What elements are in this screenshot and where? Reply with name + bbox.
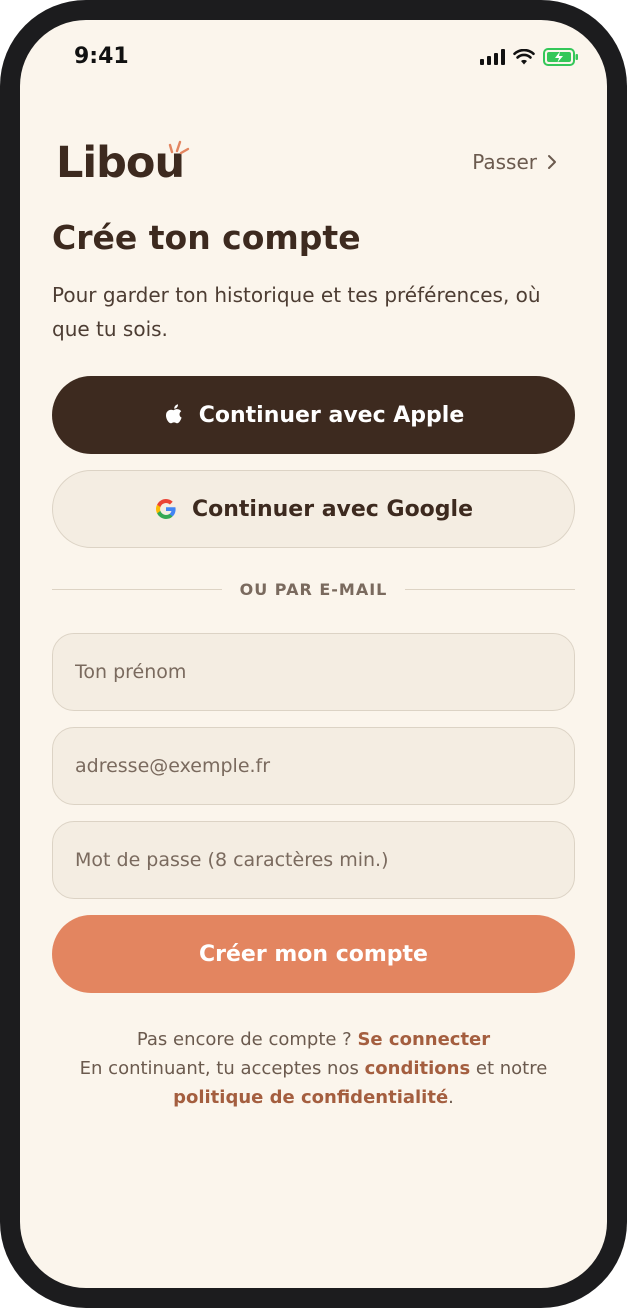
login-link[interactable]: Se connecter bbox=[357, 1029, 490, 1050]
privacy-link[interactable]: politique de confidentialité bbox=[173, 1087, 448, 1108]
create-account-button[interactable]: Créer mon compte bbox=[52, 915, 575, 993]
divider-label: OU PAR E-MAIL bbox=[239, 580, 388, 599]
terms-suffix: . bbox=[448, 1087, 454, 1108]
page-title: Crée ton compte bbox=[52, 218, 361, 257]
first-name-input[interactable] bbox=[52, 633, 575, 711]
google-button-label: Continuer avec Google bbox=[191, 496, 474, 522]
continue-with-google-button[interactable]: Continuer avec Google bbox=[52, 470, 575, 548]
logo-sparkle-icon bbox=[168, 140, 190, 155]
apple-icon bbox=[165, 404, 182, 424]
google-icon bbox=[155, 499, 176, 519]
battery-charging-icon bbox=[543, 48, 578, 66]
skip-label: Passer bbox=[472, 150, 537, 174]
status-icons bbox=[480, 48, 579, 66]
wifi-icon bbox=[513, 49, 535, 65]
footer-text: Pas encore de compte ? Se connecter En c… bbox=[20, 1025, 607, 1112]
terms-middle: et notre bbox=[475, 1058, 548, 1079]
chevron-right-icon bbox=[548, 155, 556, 169]
email-divider: OU PAR E-MAIL bbox=[52, 580, 575, 599]
divider-line-left bbox=[52, 589, 222, 590]
phone-frame: 9:41 Libou Passer Crée ton compte Pour g… bbox=[0, 0, 627, 1308]
app-screen: 9:41 Libou Passer Crée ton compte Pour g… bbox=[20, 20, 607, 1288]
privacy-line: politique de confidentialité. bbox=[20, 1083, 607, 1112]
continue-with-apple-button[interactable]: Continuer avec Apple bbox=[52, 376, 575, 454]
terms-prefix: En continuant, tu acceptes nos bbox=[79, 1058, 359, 1079]
password-input[interactable] bbox=[52, 821, 575, 899]
status-time: 9:41 bbox=[74, 44, 129, 69]
email-input[interactable] bbox=[52, 727, 575, 805]
terms-line: En continuant, tu acceptes nos condition… bbox=[20, 1054, 607, 1083]
login-prompt: Pas encore de compte ? Se connecter bbox=[20, 1025, 607, 1054]
page-subtitle: Pour garder ton historique et tes préfér… bbox=[52, 283, 541, 341]
app-logo: Libou bbox=[56, 138, 185, 188]
have-account-text: Pas encore de compte ? bbox=[136, 1029, 352, 1050]
terms-link[interactable]: conditions bbox=[365, 1058, 471, 1079]
divider-line-right bbox=[405, 589, 575, 590]
apple-button-label: Continuer avec Apple bbox=[198, 402, 465, 428]
cellular-signal-icon bbox=[480, 49, 505, 65]
skip-button[interactable]: Passer bbox=[472, 150, 557, 174]
create-account-label: Créer mon compte bbox=[199, 941, 428, 967]
